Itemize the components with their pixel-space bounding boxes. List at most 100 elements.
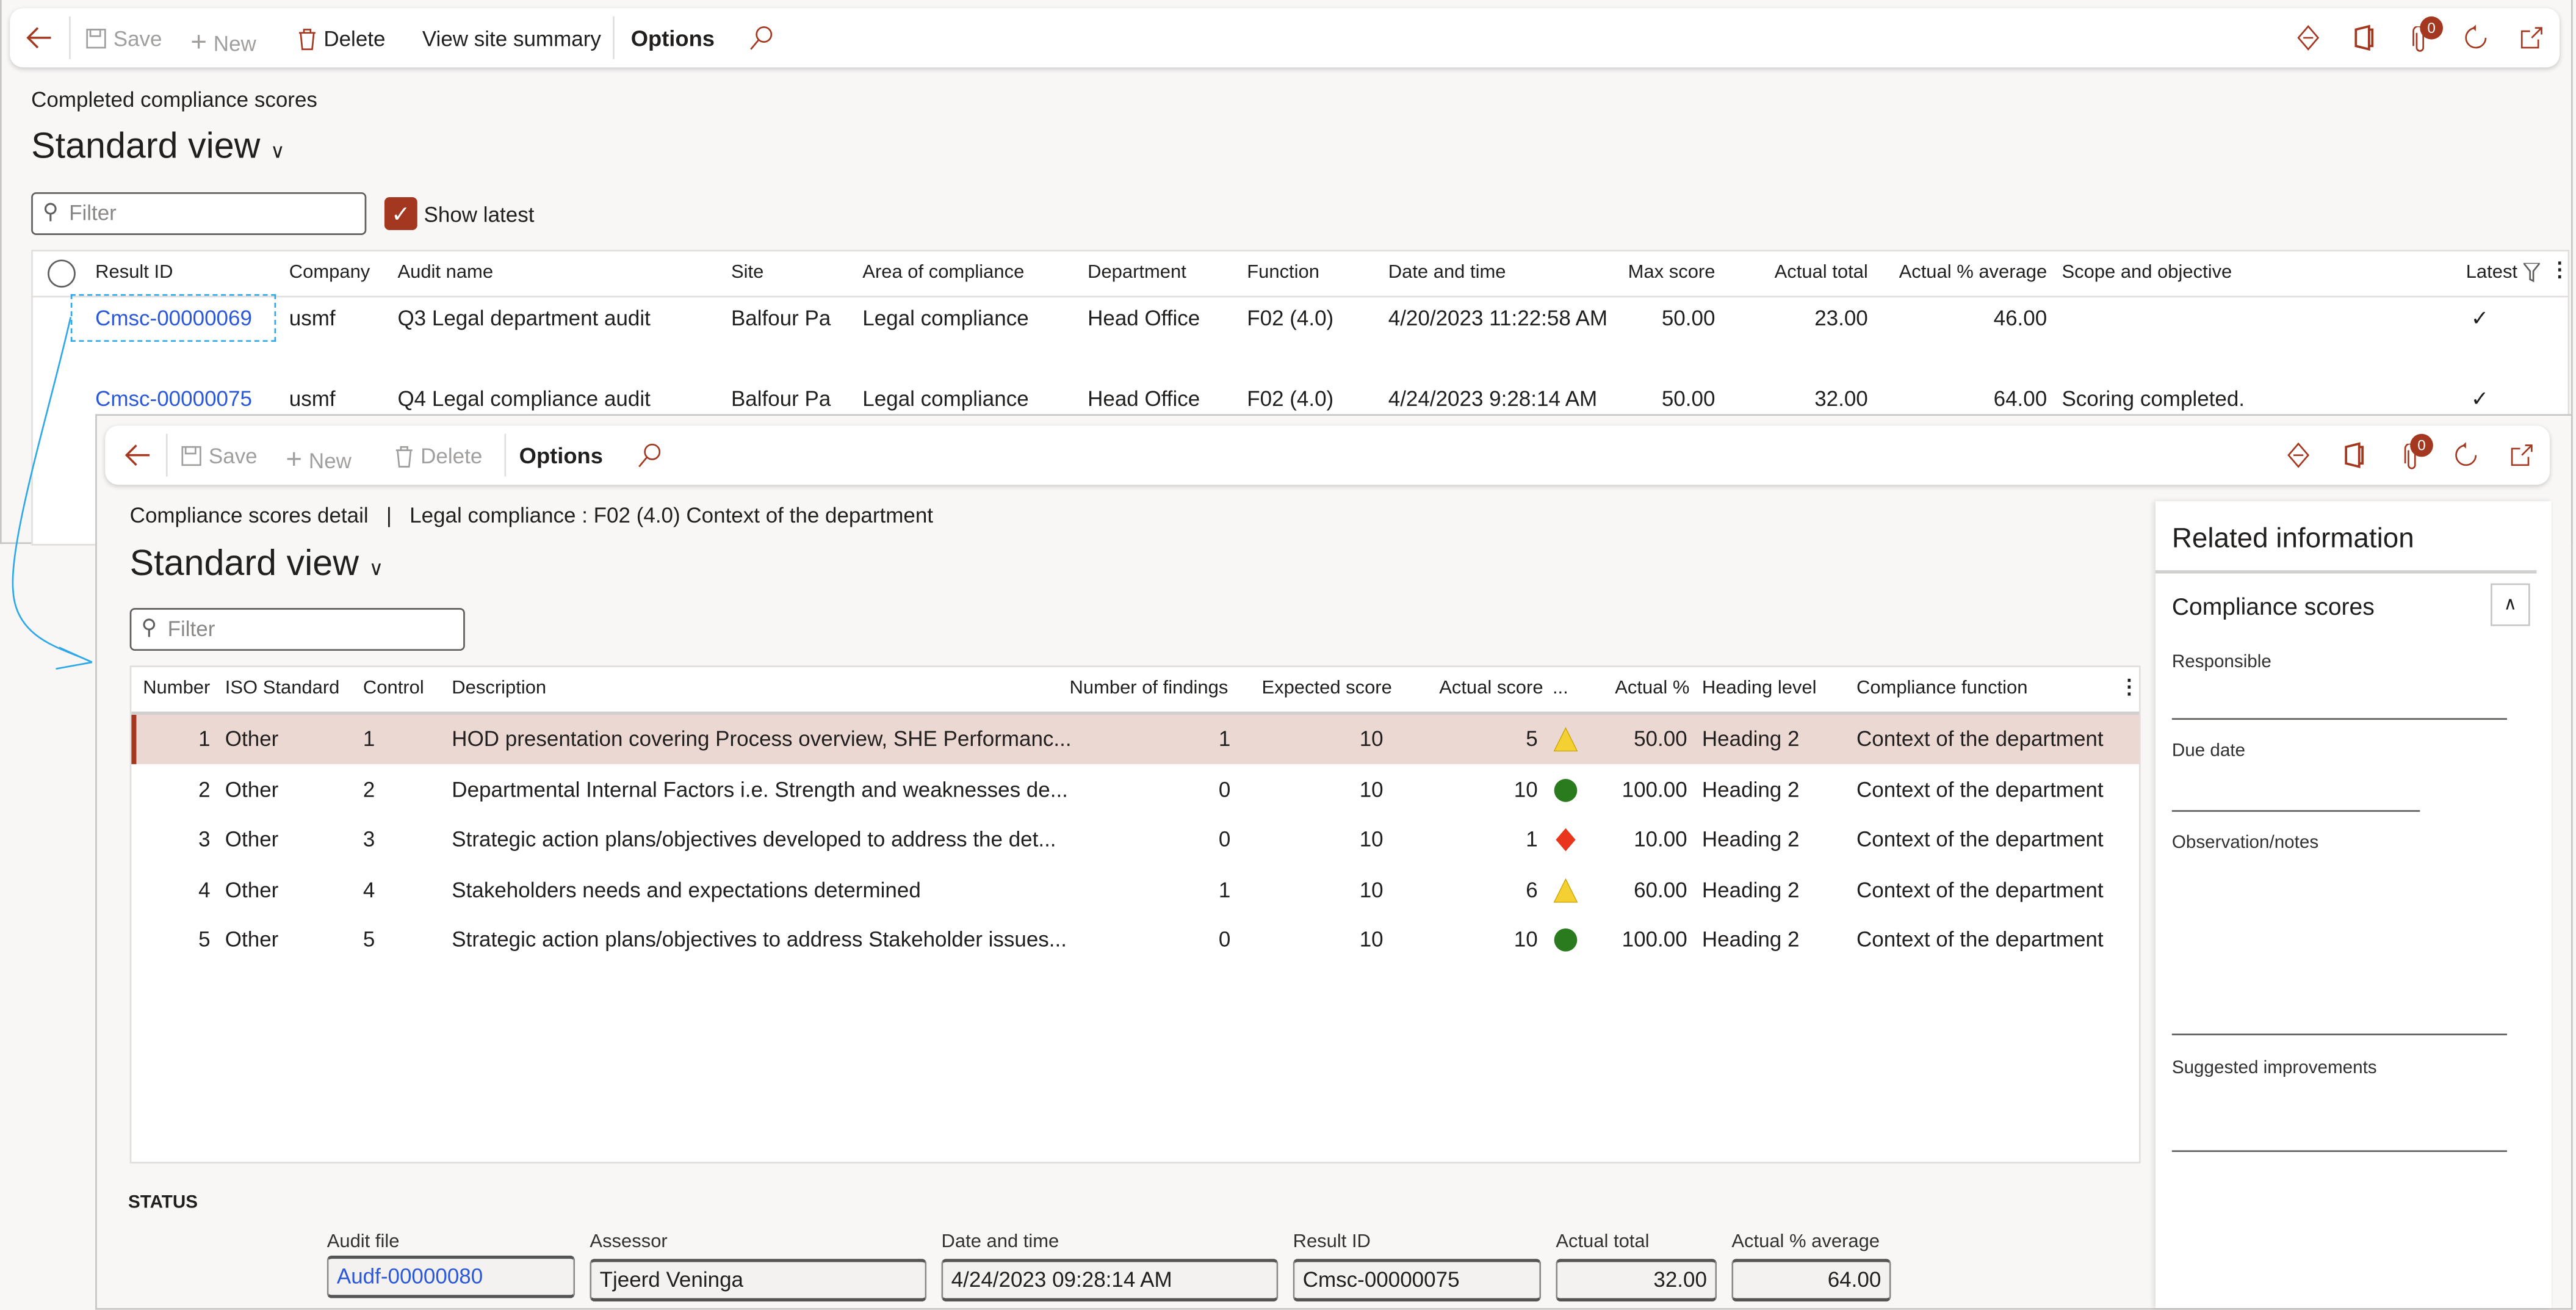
column-options-icon[interactable]: ⋮ [2120, 675, 2139, 698]
table-cell: 5 [198, 927, 211, 952]
table-cell: Context of the department [1856, 877, 2104, 902]
refresh-icon[interactable] [2462, 24, 2489, 51]
options-button[interactable]: Options [519, 444, 603, 468]
result-id-field[interactable]: Cmsc-00000075 [1293, 1259, 1542, 1302]
diamond-icon[interactable] [2286, 442, 2312, 468]
red-diamond-icon [1553, 827, 1579, 862]
date-field[interactable]: 4/24/2023 09:28:14 AM [941, 1259, 1279, 1302]
audit-file-label: Audit file [327, 1232, 400, 1253]
table-cell: 4 [198, 877, 211, 902]
column-header[interactable]: ISO Standard [225, 679, 340, 698]
table-row[interactable] [131, 916, 2139, 965]
table-cell: Other [225, 927, 279, 952]
chevron-down-icon: ∨ [270, 139, 285, 163]
column-header[interactable]: Latest [2466, 263, 2517, 283]
column-header[interactable]: Site [731, 263, 763, 283]
column-header[interactable]: Expected score [1261, 679, 1391, 698]
new-button[interactable]: + New [190, 26, 256, 59]
column-header[interactable]: Actual score [1439, 679, 1543, 698]
table-cell: F02 (4.0) [1247, 305, 1334, 331]
collapse-button[interactable]: ∧ [2491, 583, 2530, 626]
actual-total-field[interactable]: 32.00 [1556, 1259, 1717, 1302]
new-button[interactable]: + New [286, 444, 352, 477]
table-cell: 100.00 [1622, 776, 1687, 802]
column-header[interactable]: Max score [1628, 263, 1716, 283]
column-header[interactable]: Area of compliance [862, 263, 1024, 283]
delete-button[interactable]: Delete [297, 26, 385, 51]
table-cell: 32.00 [1814, 386, 1868, 411]
view-selector[interactable]: Standard view ∨ [130, 542, 383, 585]
view-site-summary-button[interactable]: View site summary [422, 26, 601, 51]
table-cell: 2 [198, 776, 211, 802]
column-header[interactable]: Number [143, 679, 210, 698]
actual-total-label: Actual total [1556, 1232, 1650, 1253]
filter-input[interactable]: ⚲ Filter [129, 608, 465, 651]
column-options-icon[interactable]: ⋮ [2550, 258, 2569, 281]
popout-icon[interactable] [2519, 24, 2545, 51]
result-id-link[interactable]: Cmsc-00000075 [95, 386, 252, 411]
table-cell: 10 [1359, 877, 1384, 902]
table-cell: Strategic action plans/objectives to add… [452, 927, 1067, 952]
table-cell: 1 [1526, 827, 1538, 852]
refresh-icon[interactable] [2453, 442, 2479, 468]
responsible-field[interactable] [2171, 718, 2507, 720]
table-row[interactable] [131, 765, 2139, 814]
delete-button[interactable]: Delete [394, 444, 482, 468]
actual-avg-field[interactable]: 64.00 [1731, 1259, 1891, 1302]
compliance-scores-section: Compliance scores [2171, 595, 2375, 621]
column-header[interactable]: Department [1088, 263, 1186, 283]
table-cell: Context of the department [1856, 726, 2104, 751]
column-header[interactable]: Audit name [397, 263, 493, 283]
popout-icon[interactable] [2509, 442, 2535, 468]
column-header[interactable]: Control [363, 679, 424, 698]
column-header[interactable]: ... [1553, 679, 1568, 698]
column-header[interactable]: Heading level [1702, 679, 1817, 698]
column-header[interactable]: Compliance function [1856, 679, 2028, 698]
table-cell: usmf [289, 305, 336, 331]
table-cell: 5 [1526, 726, 1538, 751]
table-row[interactable] [131, 715, 2139, 764]
options-button[interactable]: Options [631, 26, 715, 51]
diamond-icon[interactable] [2295, 24, 2322, 51]
office-icon[interactable] [2353, 24, 2376, 51]
show-latest-label: Show latest [424, 202, 535, 227]
column-header[interactable]: Company [289, 263, 370, 283]
checkmark-icon: ✓ [2470, 305, 2489, 331]
suggested-improvements-field[interactable] [2171, 1150, 2507, 1153]
green-circle-icon [1553, 927, 1579, 962]
table-cell: 50.00 [1661, 305, 1716, 331]
save-button[interactable]: Save [181, 444, 258, 468]
back-arrow-icon[interactable] [124, 442, 151, 468]
office-icon[interactable] [2343, 442, 2366, 468]
status-heading: STATUS [128, 1193, 198, 1213]
search-icon[interactable] [637, 442, 662, 468]
show-latest-checkbox[interactable]: ✓ [384, 197, 417, 230]
column-header[interactable]: Scope and objective [2062, 263, 2232, 283]
suggested-improvements-label: Suggested improvements [2171, 1058, 2377, 1078]
filter-icon[interactable] [2523, 262, 2540, 283]
table-row[interactable] [131, 866, 2139, 915]
table-cell: HOD presentation covering Process overvi… [452, 726, 1072, 751]
column-header[interactable]: Actual total [1775, 263, 1868, 283]
column-header[interactable]: Number of findings [1069, 679, 1228, 698]
breadcrumb-link[interactable]: Compliance scores detail [130, 503, 369, 527]
assessor-field[interactable]: Tjeerd Veninga [590, 1259, 927, 1302]
table-row[interactable] [131, 816, 2139, 865]
table-cell: 4 [363, 877, 375, 902]
observation-field[interactable] [2171, 1033, 2507, 1035]
audit-file-field[interactable]: Audf-00000080 [327, 1255, 575, 1298]
assessor-label: Assessor [590, 1232, 668, 1253]
table-cell: 5 [363, 927, 375, 952]
due-date-field[interactable] [2171, 810, 2420, 812]
table-cell: Q4 Legal compliance audit [397, 386, 651, 411]
column-header[interactable]: Function [1247, 263, 1319, 283]
column-header[interactable]: Date and time [1388, 263, 1506, 283]
back-toolbar: Save + New Delete View site summary Optio… [10, 8, 2560, 68]
column-header[interactable]: Description [452, 679, 546, 698]
column-header[interactable]: Actual % average [1899, 263, 2047, 283]
green-circle-icon [1553, 776, 1579, 811]
table-cell: Heading 2 [1701, 927, 1800, 952]
column-header[interactable]: Actual % [1615, 679, 1689, 698]
result-id-link[interactable]: Cmsc-00000069 [95, 306, 252, 330]
search-icon[interactable] [749, 24, 774, 51]
